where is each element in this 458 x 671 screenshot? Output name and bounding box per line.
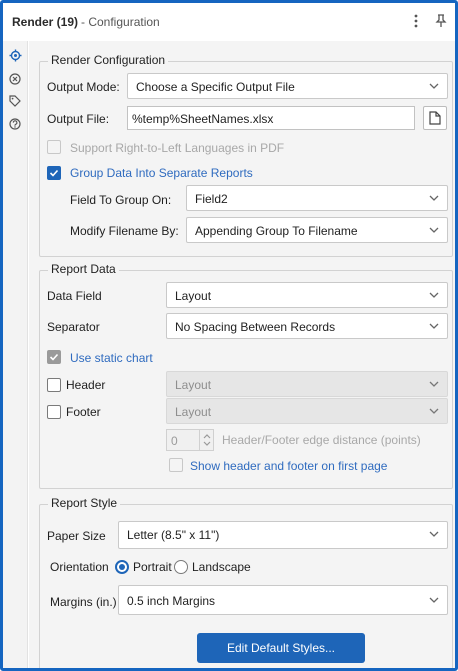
report-style-group: Report Style Paper Size Letter (8.5" x 1… [39,496,453,668]
portrait-label: Portrait [133,560,172,574]
chevron-down-icon [429,292,439,298]
output-file-label: Output File: [47,112,110,126]
first-page-label: Show header and footer on first page [190,459,388,473]
output-mode-label: Output Mode: [47,80,120,94]
separator-dropdown[interactable]: No Spacing Between Records [166,313,448,339]
data-field-label: Data Field [47,289,102,303]
static-chart-checkbox[interactable] [47,350,61,364]
data-field-value: Layout [175,289,212,303]
group-data-checkbox[interactable] [47,166,61,180]
modify-filename-dropdown[interactable]: Appending Group To Filename [186,217,448,243]
gear-icon[interactable] [8,48,22,62]
tool-title: Render (19) [12,15,79,29]
margins-value: 0.5 inch Margins [127,594,216,608]
separator-label: Separator [47,320,100,334]
sidebar [3,41,28,668]
portrait-radio[interactable] [115,560,129,574]
field-to-group-value: Field2 [195,192,228,206]
field-to-group-label: Field To Group On: [70,193,172,207]
footer-dropdown[interactable]: Layout [166,398,448,424]
output-file-input[interactable]: %temp%SheetNames.xlsx [127,106,415,130]
field-to-group-dropdown[interactable]: Field2 [186,185,448,211]
chevron-down-icon [429,83,439,89]
paper-size-value: Letter (8.5" x 11") [127,528,220,542]
rtl-checkbox[interactable] [47,140,61,154]
close-circle-icon[interactable] [8,72,22,86]
stepper-arrows[interactable] [199,430,213,450]
margins-dropdown[interactable]: 0.5 inch Margins [118,585,448,615]
paper-size-dropdown[interactable]: Letter (8.5" x 11") [118,521,448,549]
chevron-down-icon [429,408,439,414]
modify-filename-label: Modify Filename By: [70,224,179,238]
chevron-down-icon [429,381,439,387]
header-dropdown[interactable]: Layout [166,371,448,397]
chevron-down-icon [429,227,439,233]
group-legend: Report Style [48,496,121,510]
header-value: Layout [175,378,212,392]
chevron-down-icon [429,323,439,329]
render-configuration-group: Render Configuration Output Mode: Choose… [39,53,453,257]
footer-value: Layout [175,405,212,419]
edge-distance-stepper[interactable]: 0 [166,429,214,451]
report-data-group: Report Data Data Field Layout Separator … [39,262,453,489]
footer-label: Footer [66,405,101,419]
group-data-label: Group Data Into Separate Reports [70,166,253,180]
chevron-down-icon [429,597,439,603]
pin-icon[interactable] [435,14,447,30]
browse-file-button[interactable] [423,106,447,130]
rtl-label: Support Right-to-Left Languages in PDF [70,141,285,155]
data-field-dropdown[interactable]: Layout [166,282,448,308]
orientation-label: Orientation [50,560,109,574]
configuration-content: Render Configuration Output Mode: Choose… [29,41,455,668]
separator-value: No Spacing Between Records [175,320,336,334]
check-icon [49,353,59,361]
landscape-radio[interactable] [174,560,188,574]
configuration-window: Render (19) - Configuration Render Confi… [0,0,458,671]
paper-size-label: Paper Size [47,529,106,543]
output-mode-dropdown[interactable]: Choose a Specific Output File [127,73,448,99]
first-page-checkbox[interactable] [169,458,183,472]
edge-distance-value: 0 [171,434,178,448]
landscape-label: Landscape [192,560,251,574]
group-legend: Report Data [48,262,119,276]
header-label: Header [66,378,106,392]
edge-distance-label: Header/Footer edge distance (points) [222,433,421,447]
group-legend: Render Configuration [48,53,169,67]
more-vert-icon[interactable] [413,14,419,30]
check-icon [49,169,59,177]
chevron-down-icon [429,531,439,537]
title-bar: Render (19) - Configuration [3,3,455,41]
margins-label: Margins (in.) [50,595,117,609]
output-mode-value: Choose a Specific Output File [136,80,295,94]
modify-filename-value: Appending Group To Filename [195,224,358,238]
header-checkbox[interactable] [47,378,61,392]
stepper-up-down-icon [203,434,211,446]
output-file-value: %temp%SheetNames.xlsx [132,112,274,126]
footer-checkbox[interactable] [47,405,61,419]
static-chart-label: Use static chart [70,351,153,365]
chevron-down-icon [429,195,439,201]
tag-icon[interactable] [8,94,22,108]
edit-default-styles-button[interactable]: Edit Default Styles... [197,633,365,663]
panel-title: - Configuration [81,15,160,29]
help-icon[interactable] [8,117,22,131]
file-icon [429,111,441,125]
